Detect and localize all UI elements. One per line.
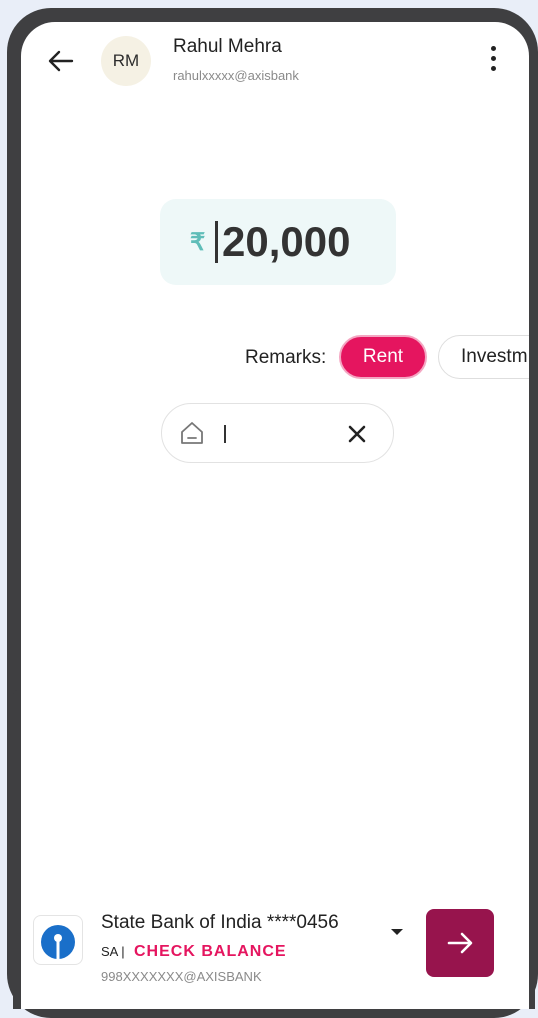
payee-name: Rahul Mehra bbox=[173, 36, 282, 57]
more-vert-icon[interactable] bbox=[485, 46, 501, 76]
back-arrow-icon[interactable] bbox=[48, 50, 74, 72]
text-cursor bbox=[224, 425, 226, 443]
check-balance-link[interactable]: CHECK BALANCE bbox=[134, 943, 287, 961]
amount-value: 20,000 bbox=[222, 218, 351, 265]
remark-chip-rent[interactable]: Rent bbox=[339, 335, 427, 379]
bank-account-name: State Bank of India ****0456 bbox=[101, 912, 339, 933]
phone-edge-left bbox=[13, 690, 21, 1009]
text-cursor bbox=[215, 221, 218, 263]
remark-chip-investment[interactable]: Investm bbox=[438, 335, 529, 379]
remarks-label: Remarks: bbox=[245, 347, 327, 368]
avatar-initials: RM bbox=[112, 51, 140, 70]
close-icon[interactable] bbox=[346, 423, 368, 445]
proceed-button[interactable] bbox=[426, 909, 494, 977]
avatar: RM bbox=[101, 36, 151, 86]
sbi-logo-icon bbox=[41, 925, 75, 959]
amount-input[interactable]: ₹ 20,000 bbox=[160, 199, 396, 285]
remark-input[interactable] bbox=[161, 403, 394, 463]
caret-down-icon[interactable] bbox=[390, 927, 404, 937]
home-icon bbox=[181, 422, 203, 444]
rupee-icon: ₹ bbox=[190, 229, 206, 256]
bank-upi-id: 998XXXXXXX@AXISBANK bbox=[101, 969, 262, 984]
payee-upi-id: rahulxxxxx@axisbank bbox=[173, 68, 299, 83]
app-screen: RM Rahul Mehra rahulxxxxx@axisbank ₹ 20,… bbox=[21, 22, 529, 1009]
account-type: SA | bbox=[101, 944, 125, 959]
bank-logo bbox=[33, 915, 83, 965]
phone-edge-right bbox=[529, 690, 535, 1009]
arrow-right-icon bbox=[447, 932, 473, 954]
